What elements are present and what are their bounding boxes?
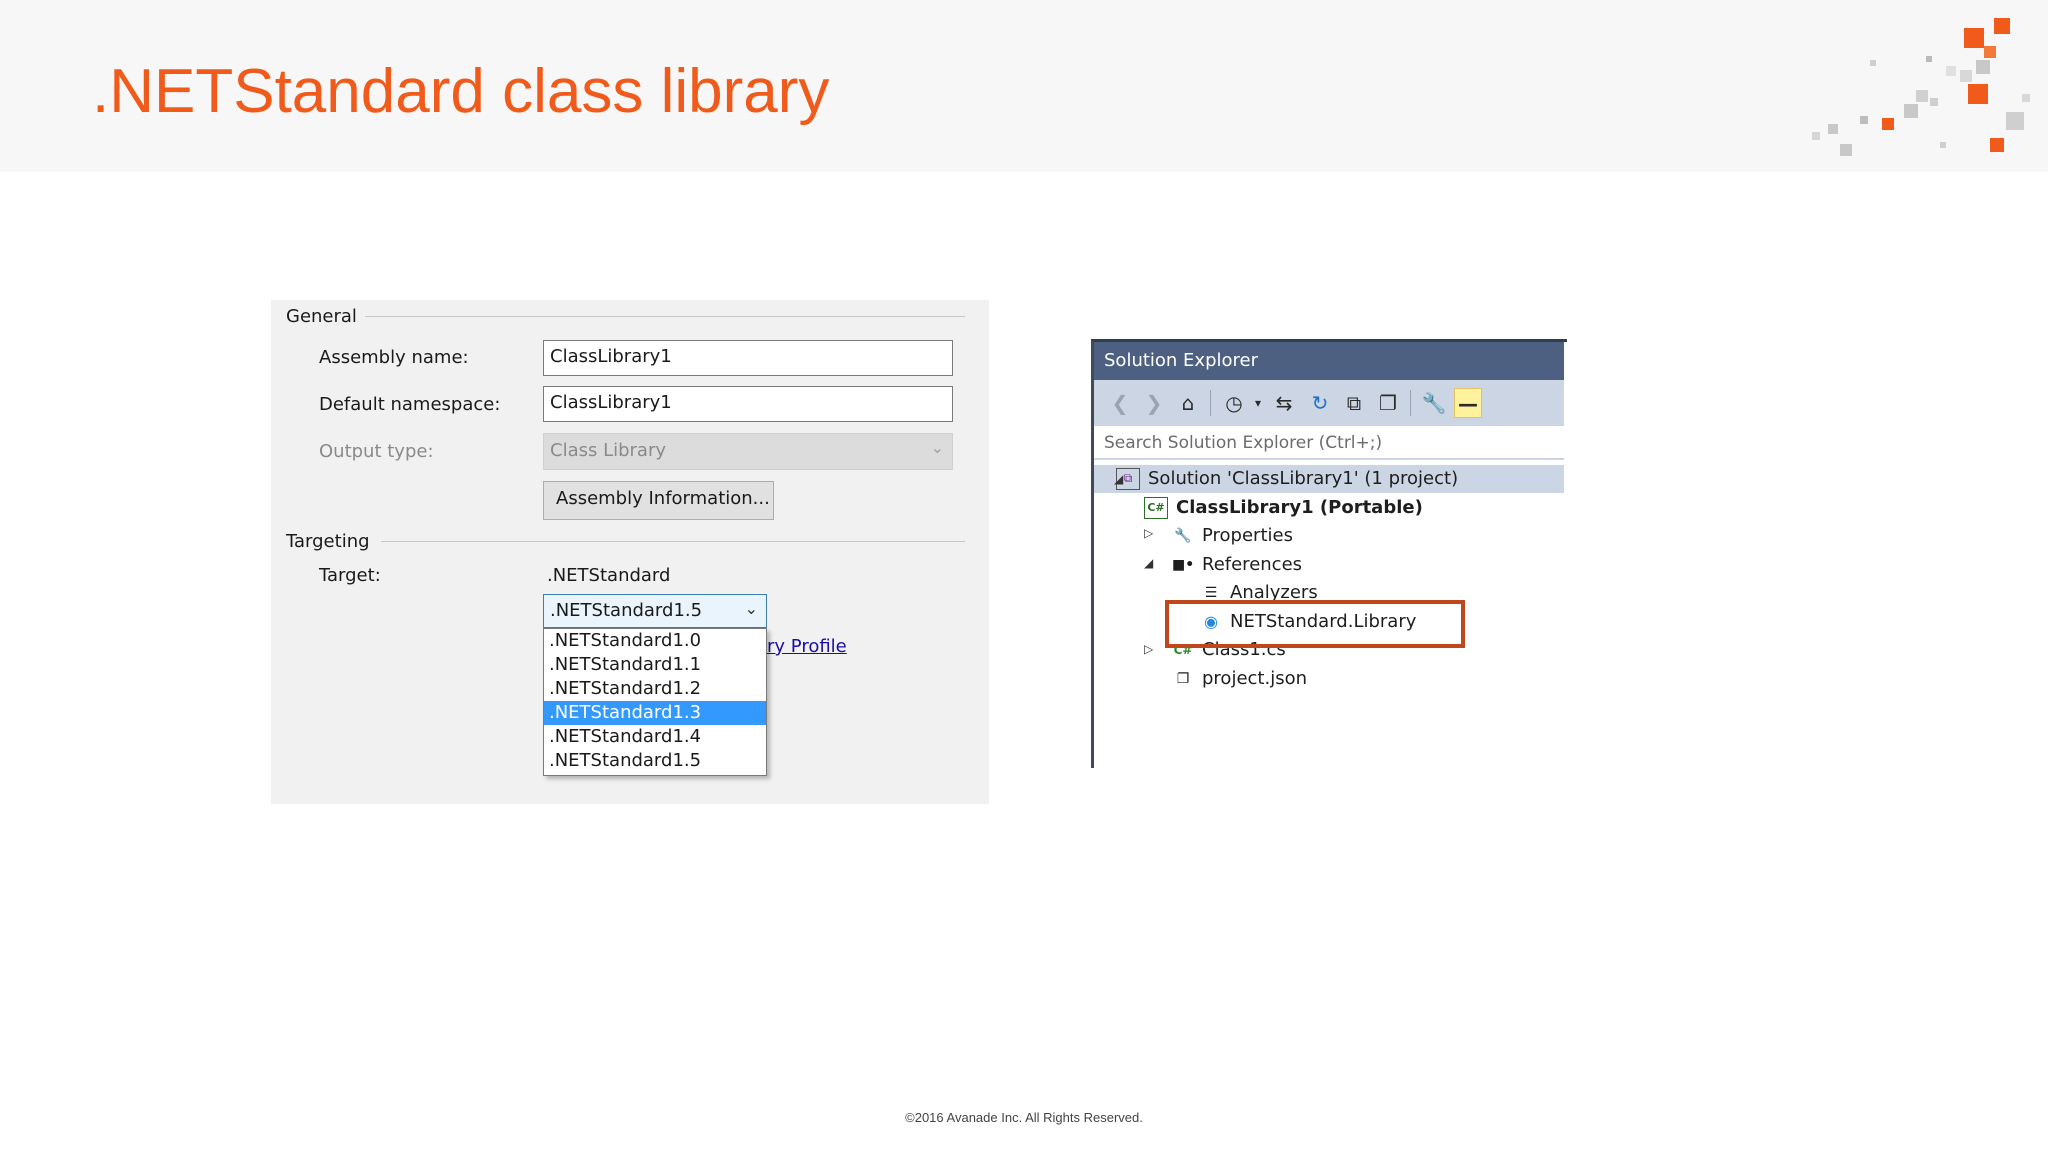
tree-item-project-json[interactable]: ❐ project.json <box>1172 665 1307 693</box>
targeting-divider <box>381 541 965 542</box>
solution-explorer-search-input[interactable]: Search Solution Explorer (Ctrl+;) <box>1094 426 1564 460</box>
collapse-all-icon[interactable]: ⧉ <box>1340 388 1368 418</box>
target-version-option[interactable]: .NETStandard1.1 <box>544 653 766 677</box>
references-icon: ■• <box>1172 557 1195 573</box>
tree-item-references[interactable]: ■• References <box>1172 551 1302 579</box>
toolbar-separator <box>1210 390 1211 416</box>
assembly-name-input[interactable]: ClassLibrary1 <box>543 340 953 376</box>
avanade-pixel-logo-icon <box>1790 14 2040 159</box>
tree-item-properties[interactable]: 🔧 Properties <box>1172 522 1293 550</box>
toolbar-separator <box>1410 390 1411 416</box>
target-version-option[interactable]: .NETStandard1.2 <box>544 677 766 701</box>
output-type-select: Class Library ⌄ <box>543 433 953 470</box>
default-namespace-label: Default namespace: <box>319 394 501 415</box>
csharp-project-icon: C# <box>1144 497 1168 519</box>
solution-explorer-panel: Solution Explorer ❮ ❯ ⌂ ◷ ▾ ⇆ ↻ ⧉ ❐ 🔧 — … <box>1091 339 1567 768</box>
expand-arrow-icon[interactable]: ◢ <box>1144 556 1153 570</box>
target-version-option[interactable]: .NETStandard1.0 <box>544 629 766 653</box>
netstandard-library-highlight-box <box>1165 600 1465 648</box>
chevron-down-icon[interactable]: ▾ <box>1244 388 1272 418</box>
general-divider <box>365 316 965 317</box>
change-profile-link[interactable]: ry Profile <box>767 636 847 657</box>
tree-item-label: ClassLibrary1 (Portable) <box>1176 497 1423 518</box>
sync-icon[interactable]: ⇆ <box>1270 388 1298 418</box>
project-properties-panel: General Assembly name: ClassLibrary1 Def… <box>271 300 989 804</box>
collapsed-arrow-icon[interactable]: ▷ <box>1144 642 1153 656</box>
default-namespace-input[interactable]: ClassLibrary1 <box>543 386 953 422</box>
expand-arrow-icon[interactable]: ◢ <box>1114 472 1123 486</box>
assembly-information-button[interactable]: Assembly Information... <box>543 481 774 520</box>
target-version-select[interactable]: .NETStandard1.5 ⌄ <box>543 594 767 628</box>
slide-title: .NETStandard class library <box>92 57 830 126</box>
target-version-option[interactable]: .NETStandard1.5 <box>544 749 766 773</box>
properties-wrench-icon[interactable]: 🔧 <box>1420 388 1448 418</box>
chevron-down-icon: ⌄ <box>930 438 944 457</box>
tree-item-solution[interactable]: ⧉ Solution 'ClassLibrary1' (1 project) <box>1094 465 1564 493</box>
refresh-icon[interactable]: ↻ <box>1306 388 1334 418</box>
wrench-icon: 🔧 <box>1174 528 1192 544</box>
back-icon[interactable]: ❮ <box>1106 388 1134 418</box>
targeting-section-header: Targeting <box>286 531 370 552</box>
tree-item-label: Solution 'ClassLibrary1' (1 project) <box>1148 468 1459 489</box>
home-icon[interactable]: ⌂ <box>1174 388 1202 418</box>
assembly-name-label: Assembly name: <box>319 347 469 368</box>
solution-explorer-toolbar: ❮ ❯ ⌂ ◷ ▾ ⇆ ↻ ⧉ ❐ 🔧 — <box>1094 380 1564 426</box>
target-version-selected: .NETStandard1.5 <box>550 600 703 621</box>
tree-item-project[interactable]: C# ClassLibrary1 (Portable) <box>1144 494 1423 522</box>
general-section-header: General <box>286 306 357 327</box>
output-type-value: Class Library <box>550 440 667 461</box>
solution-explorer-title: Solution Explorer <box>1094 342 1564 380</box>
slide-footer-copyright: ©2016 Avanade Inc. All Rights Reserved. <box>905 1110 1143 1125</box>
output-type-label: Output type: <box>319 441 434 462</box>
forward-icon[interactable]: ❯ <box>1140 388 1168 418</box>
slide-header: .NETStandard class library <box>0 0 2048 172</box>
json-file-icon: ❐ <box>1176 671 1190 687</box>
target-version-option-highlighted[interactable]: .NETStandard1.3 <box>544 701 766 725</box>
chevron-down-icon: ⌄ <box>744 599 758 618</box>
target-version-dropdown: .NETStandard1.0 .NETStandard1.1 .NETStan… <box>543 628 767 776</box>
target-version-option[interactable]: .NETStandard1.4 <box>544 725 766 749</box>
show-all-files-icon[interactable]: ❐ <box>1374 388 1402 418</box>
tree-item-label: Properties <box>1202 525 1293 546</box>
target-framework-value: .NETStandard <box>547 565 671 586</box>
collapsed-arrow-icon[interactable]: ▷ <box>1144 526 1153 540</box>
target-label: Target: <box>319 565 381 586</box>
tree-item-label: project.json <box>1202 668 1307 689</box>
preview-icon[interactable]: — <box>1454 388 1482 418</box>
tree-item-label: References <box>1202 554 1303 575</box>
